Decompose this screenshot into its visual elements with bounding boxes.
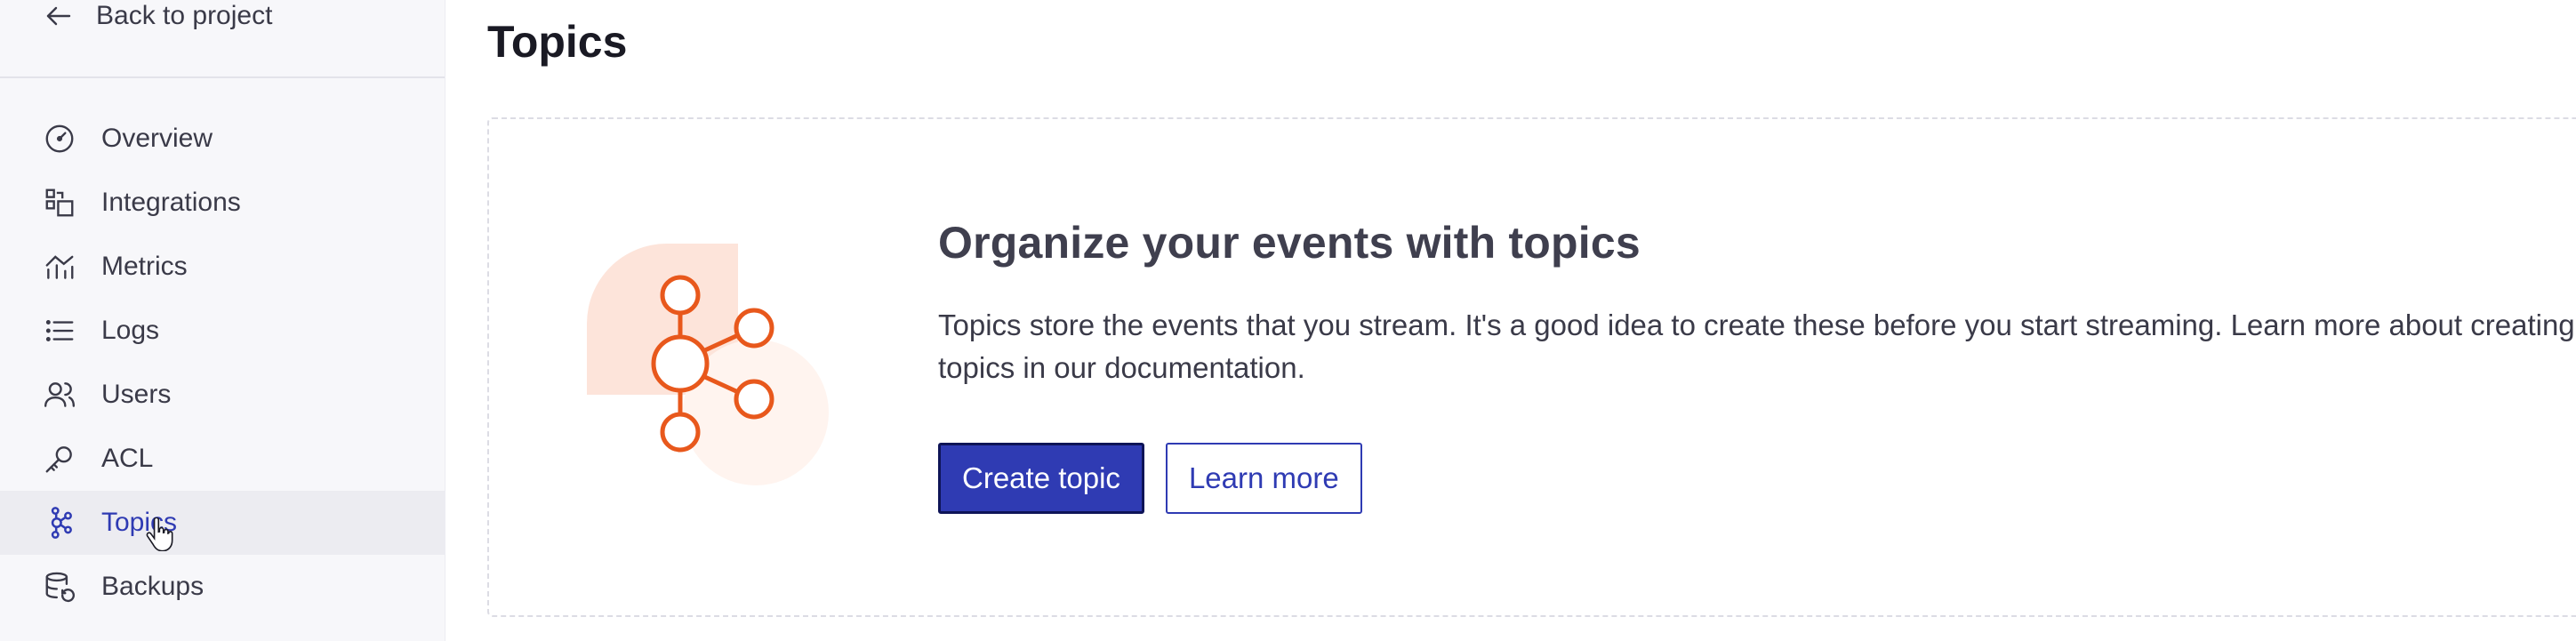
sidebar-item-label: Logs: [101, 316, 160, 345]
sidebar-nav: Overview Integrations Metrics Logs Users…: [0, 107, 445, 619]
sidebar-item-label: Backups: [101, 572, 205, 601]
gauge-icon: [45, 124, 74, 153]
hand-pointer-icon: [146, 517, 173, 551]
sidebar-item-label: Integrations: [101, 188, 241, 217]
empty-state-content: Organize your events with topics Topics …: [938, 217, 2576, 514]
sidebar-item-users[interactable]: Users: [0, 363, 445, 427]
database-icon: [45, 572, 75, 603]
sidebar-item-integrations[interactable]: Integrations: [0, 171, 445, 235]
create-topic-button[interactable]: Create topic: [938, 443, 1144, 514]
users-icon: [44, 382, 76, 407]
sidebar-item-topics[interactable]: Topics: [0, 491, 445, 555]
back-link-label: Back to project: [96, 1, 273, 30]
back-to-project-link[interactable]: Back to project: [43, 0, 272, 32]
integrations-icon: [45, 188, 74, 217]
topics-icon: [51, 507, 72, 539]
topics-illustration: [587, 244, 829, 485]
metrics-icon: [45, 255, 74, 279]
sidebar-item-acl[interactable]: ACL: [0, 427, 445, 491]
key-icon: [45, 446, 72, 473]
sidebar-divider: [0, 76, 445, 78]
learn-more-button[interactable]: Learn more: [1165, 443, 1362, 514]
sidebar-item-label: ACL: [101, 444, 154, 473]
empty-state-heading: Organize your events with topics: [938, 218, 1641, 268]
main-content: Topics Organize your events with topics …: [487, 0, 2576, 641]
page-title: Topics: [487, 17, 628, 67]
list-icon: [45, 320, 74, 341]
arrow-left-icon: [46, 6, 71, 26]
sidebar-item-label: Users: [101, 380, 172, 409]
sidebar: Back to project Overview Integrations Me…: [0, 0, 445, 641]
sidebar-item-label: Overview: [101, 124, 213, 153]
empty-state-card: Organize your events with topics Topics …: [487, 117, 2576, 617]
sidebar-item-logs[interactable]: Logs: [0, 299, 445, 363]
sidebar-item-metrics[interactable]: Metrics: [0, 235, 445, 299]
empty-state-description: Topics store the events that you stream.…: [938, 308, 2575, 384]
empty-state-actions: Create topic Learn more: [938, 443, 2576, 514]
sidebar-item-overview[interactable]: Overview: [0, 107, 445, 171]
sidebar-item-label: Metrics: [101, 252, 188, 281]
app-window: Back to project Overview Integrations Me…: [0, 0, 2576, 641]
sidebar-item-backups[interactable]: Backups: [0, 555, 445, 619]
